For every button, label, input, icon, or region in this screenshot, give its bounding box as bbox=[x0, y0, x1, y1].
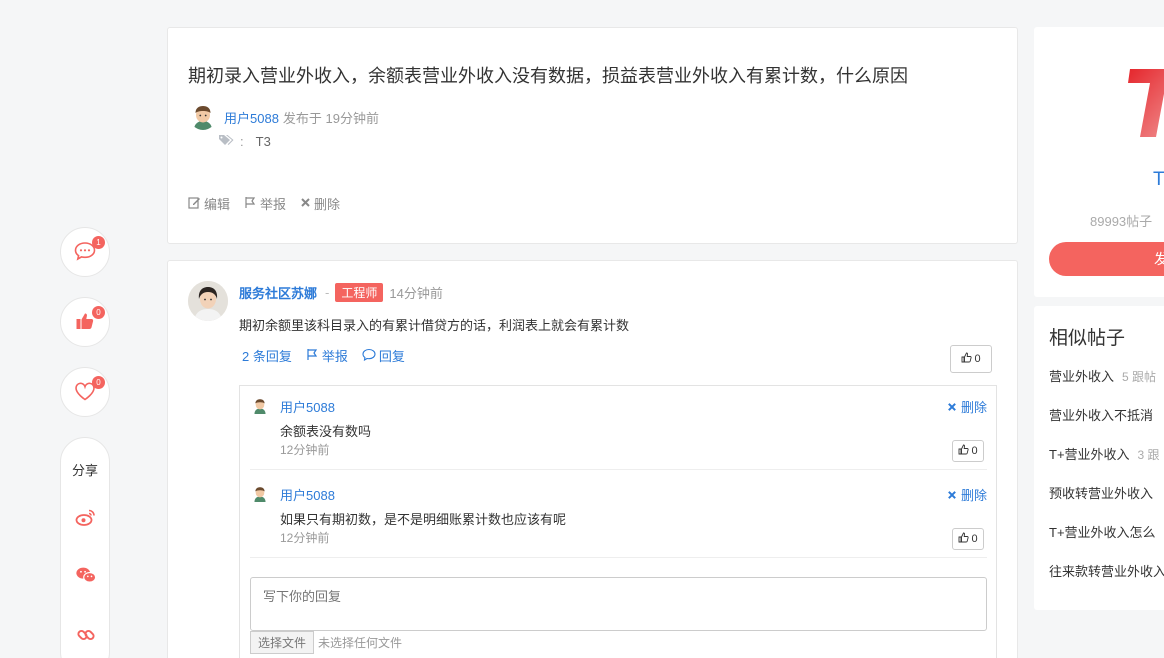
wechat-icon[interactable] bbox=[75, 564, 97, 586]
thumbs-up-outline-icon bbox=[958, 532, 970, 546]
brand-name[interactable]: T bbox=[1153, 169, 1164, 191]
close-icon bbox=[300, 196, 311, 211]
question-actions: 编辑 举报 删除 bbox=[188, 194, 354, 213]
reply-author-link[interactable]: 用户5088 bbox=[280, 485, 335, 504]
favorite-fab-button[interactable]: 0 bbox=[60, 367, 110, 417]
tag-item[interactable]: T3 bbox=[256, 134, 271, 149]
question-tags: : T3 bbox=[218, 134, 271, 149]
edit-icon bbox=[188, 196, 201, 212]
similar-post-title: 预收转营业外收入 bbox=[1049, 486, 1154, 501]
favorite-count-badge: 0 bbox=[92, 376, 105, 389]
answer-like-button[interactable]: 0 bbox=[950, 345, 992, 373]
question-author-link[interactable]: 用户5088 bbox=[224, 108, 279, 127]
answer-reply-button[interactable]: 回复 bbox=[362, 346, 405, 365]
avatar[interactable] bbox=[188, 281, 228, 321]
forum-info-card: T 89993帖子 发 bbox=[1034, 27, 1164, 297]
reply-item: 用户5088 删除 余额表没有数吗 12分钟前 0 bbox=[250, 386, 987, 470]
question-posted-time: 发布于 19分钟前 bbox=[282, 110, 379, 126]
reply-input[interactable] bbox=[250, 577, 987, 631]
comment-fab-button[interactable]: 1 bbox=[60, 227, 110, 277]
answer-card: 服务社区苏娜 - 工程师 14分钟前 期初余额里该科目录入的有累计借贷方的话，利… bbox=[167, 260, 1018, 658]
replies-panel: 用户5088 删除 余额表没有数吗 12分钟前 0 用户5088 删除 如果只有… bbox=[239, 385, 997, 658]
reply-delete-label: 删除 bbox=[960, 488, 987, 503]
similar-post-title: 营业外收入不抵消 bbox=[1049, 408, 1154, 423]
comment-count-badge: 1 bbox=[92, 236, 105, 249]
answer-reply-label: 回复 bbox=[378, 349, 405, 364]
forum-stats: 89993帖子 bbox=[1090, 214, 1153, 229]
reply-like-button[interactable]: 0 bbox=[952, 528, 984, 550]
close-icon bbox=[947, 400, 957, 415]
share-panel: 分享 bbox=[60, 437, 110, 658]
report-label: 举报 bbox=[260, 197, 287, 212]
thumbs-up-outline-icon bbox=[958, 444, 970, 458]
file-status: 未选择任何文件 bbox=[318, 636, 403, 650]
question-meta: 用户5088 发布于 19分钟前 bbox=[190, 104, 379, 130]
avatar[interactable] bbox=[252, 486, 268, 502]
similar-post-item[interactable]: 营业外收入不抵消 bbox=[1049, 405, 1161, 424]
reply-item: 用户5088 删除 如果只有期初数，是不是明细账累计数也应该有呢 12分钟前 0 bbox=[250, 474, 987, 558]
brand-logo bbox=[1126, 67, 1164, 137]
similar-post-item[interactable]: T+营业外收入 3 跟 bbox=[1049, 444, 1160, 463]
answer-report-button[interactable]: 举报 bbox=[306, 346, 348, 365]
answer-report-label: 举报 bbox=[321, 349, 348, 364]
similar-post-title: T+营业外收入 bbox=[1049, 447, 1130, 462]
view-replies-link[interactable]: 2 条回复 bbox=[242, 346, 292, 365]
avatar[interactable] bbox=[190, 104, 216, 130]
share-label: 分享 bbox=[71, 463, 98, 478]
reply-delete-button[interactable]: 删除 bbox=[947, 397, 987, 416]
reply-like-button[interactable]: 0 bbox=[952, 440, 984, 462]
post-button[interactable]: 发 bbox=[1049, 242, 1164, 276]
reply-author-link[interactable]: 用户5088 bbox=[280, 397, 335, 416]
reply-time: 12分钟前 bbox=[280, 531, 330, 545]
similar-post-item[interactable]: 往来款转营业外收入 bbox=[1049, 561, 1164, 580]
file-upload-row: 选择文件 未选择任何文件 bbox=[250, 631, 402, 654]
reply-like-count: 0 bbox=[971, 445, 978, 457]
similar-posts-card: 相似帖子 营业外收入 5 跟帖 营业外收入不抵消 T+营业外收入 3 跟 预收转营业… bbox=[1034, 306, 1164, 610]
edit-button[interactable]: 编辑 bbox=[188, 194, 230, 213]
similar-post-count: 5 跟帖 bbox=[1122, 370, 1157, 384]
answer-like-count: 0 bbox=[974, 353, 981, 365]
tags-separator: : bbox=[240, 134, 244, 149]
answer-header-separator: - bbox=[325, 285, 330, 300]
like-count-badge: 0 bbox=[92, 306, 105, 319]
similar-post-item[interactable]: 营业外收入 5 跟帖 bbox=[1049, 366, 1156, 385]
similar-post-title: 营业外收入 bbox=[1049, 369, 1115, 384]
weibo-icon[interactable] bbox=[75, 506, 97, 528]
report-button[interactable]: 举报 bbox=[244, 194, 286, 213]
close-icon bbox=[947, 488, 957, 503]
reply-delete-label: 删除 bbox=[960, 400, 987, 415]
answer-author-link[interactable]: 服务社区苏娜 bbox=[239, 283, 317, 302]
delete-button[interactable]: 删除 bbox=[300, 194, 340, 213]
similar-post-count: 3 跟 bbox=[1137, 448, 1160, 462]
answer-actions: 2 条回复 举报 回复 bbox=[242, 346, 419, 365]
answer-time: 14分钟前 bbox=[389, 286, 443, 301]
similar-post-item[interactable]: T+营业外收入怎么 bbox=[1049, 522, 1164, 541]
thumbs-up-outline-icon bbox=[961, 352, 973, 366]
link-icon[interactable] bbox=[75, 624, 97, 646]
similar-post-item[interactable]: 预收转营业外收入 bbox=[1049, 483, 1161, 502]
reply-time: 12分钟前 bbox=[280, 443, 330, 457]
question-card: 期初录入营业外收入，余额表营业外收入没有数据，损益表营业外收入有累计数，什么原因… bbox=[167, 27, 1018, 244]
reply-like-count: 0 bbox=[971, 533, 978, 545]
delete-label: 删除 bbox=[314, 197, 341, 212]
choose-file-button[interactable]: 选择文件 bbox=[250, 631, 315, 654]
flag-icon bbox=[306, 348, 319, 364]
tags-icon bbox=[218, 134, 234, 149]
engineer-badge: 工程师 bbox=[335, 283, 384, 302]
avatar[interactable] bbox=[252, 398, 268, 414]
similar-posts-title: 相似帖子 bbox=[1049, 328, 1126, 349]
question-title: 期初录入营业外收入，余额表营业外收入没有数据，损益表营业外收入有累计数，什么原因 bbox=[188, 66, 908, 86]
like-fab-button[interactable]: 0 bbox=[60, 297, 110, 347]
flag-icon bbox=[244, 196, 257, 212]
answer-header: 服务社区苏娜 - 工程师 14分钟前 bbox=[239, 283, 443, 302]
edit-label: 编辑 bbox=[204, 197, 231, 212]
similar-post-title: T+营业外收入怎么 bbox=[1049, 525, 1156, 540]
answer-content: 期初余额里该科目录入的有累计借贷方的话，利润表上就会有累计数 bbox=[239, 318, 630, 333]
speech-bubble-icon bbox=[362, 348, 376, 364]
reply-delete-button[interactable]: 删除 bbox=[947, 485, 987, 504]
reply-text: 如果只有期初数，是不是明细账累计数也应该有呢 bbox=[280, 512, 567, 527]
similar-post-title: 往来款转营业外收入 bbox=[1049, 564, 1164, 579]
reply-text: 余额表没有数吗 bbox=[280, 424, 372, 439]
